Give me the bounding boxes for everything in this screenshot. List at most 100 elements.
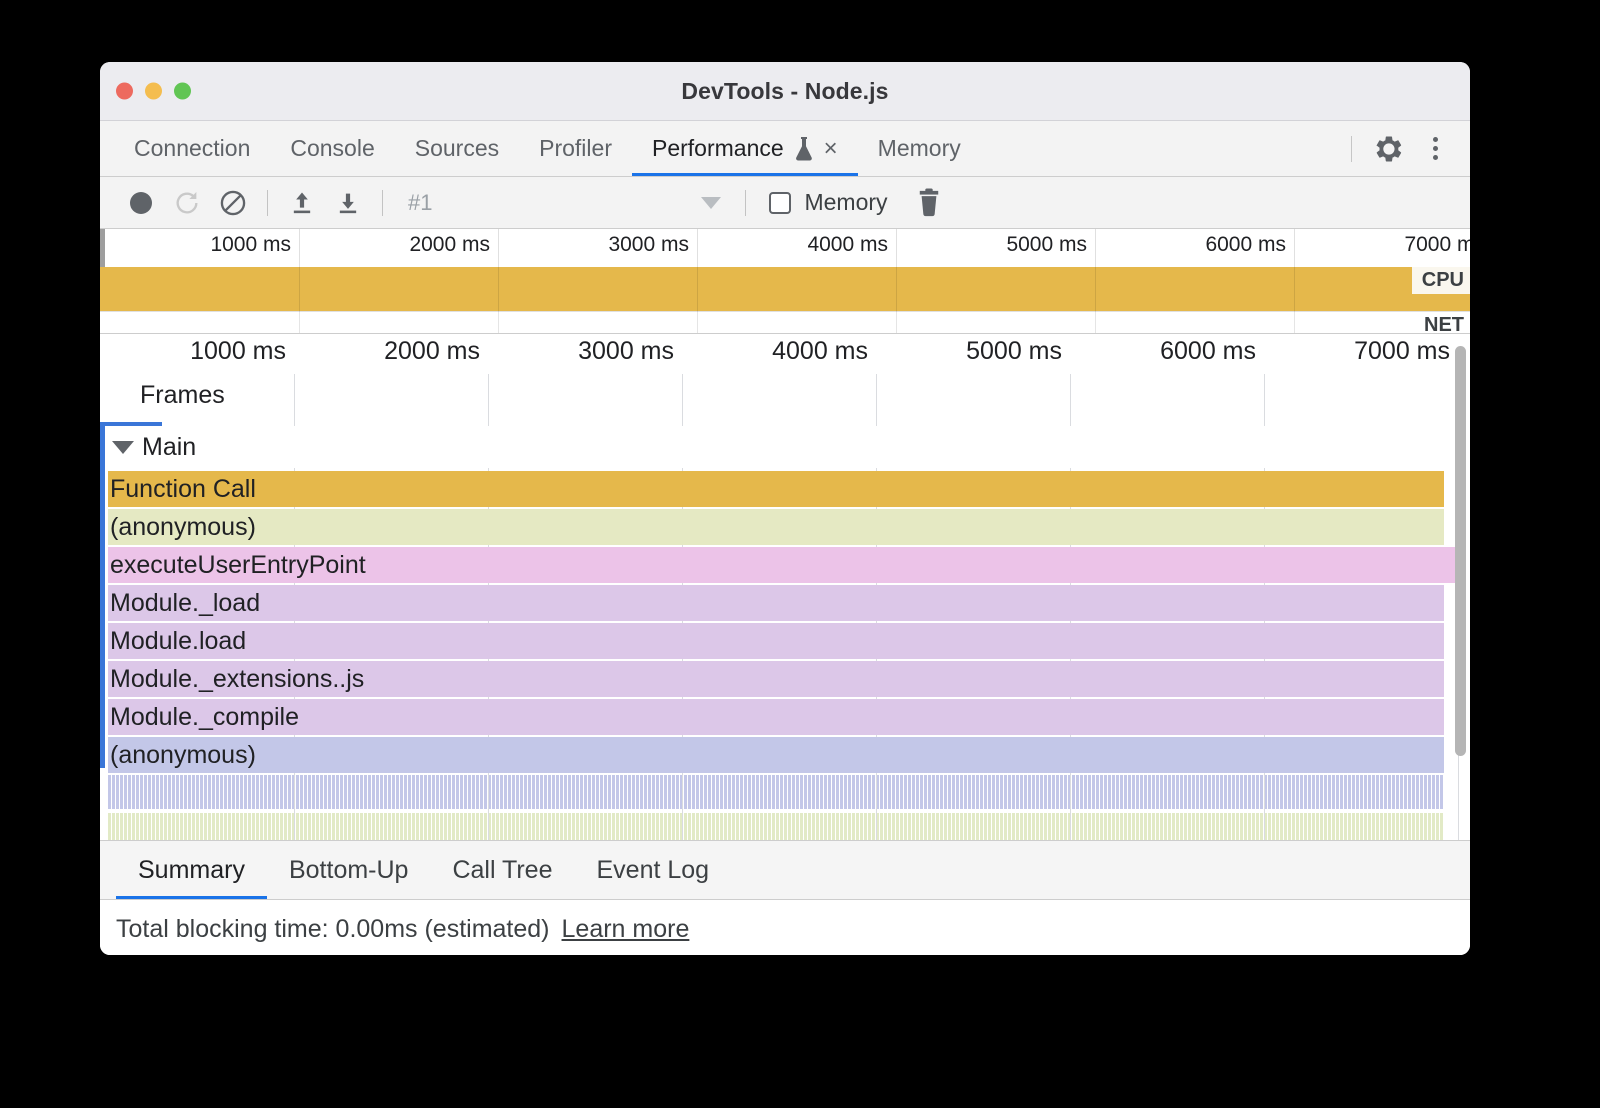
recordings-dropdown[interactable]	[688, 180, 734, 226]
flame-bar-label: (anonymous)	[100, 741, 256, 770]
tab-console[interactable]: Console	[270, 121, 394, 176]
tab-label: Sources	[415, 135, 499, 162]
vertical-scrollbar[interactable]	[1455, 346, 1466, 756]
flame-bar-label: Function Call	[100, 475, 256, 504]
divider	[267, 190, 268, 216]
ruler-tick-label: 6000 ms	[1095, 233, 1294, 257]
flame-row[interactable]: (anonymous)	[100, 509, 1470, 545]
details-tabbar: Summary Bottom-Up Call Tree Event Log	[100, 840, 1470, 900]
ruler-tick-label: 3000 ms	[488, 337, 682, 366]
flame-row[interactable]: executeUserEntryPoint	[100, 547, 1470, 583]
learn-more-link[interactable]: Learn more	[562, 915, 690, 944]
memory-checkbox[interactable]: Memory	[757, 189, 887, 216]
gear-icon[interactable]	[1368, 128, 1410, 170]
flame-chart[interactable]: 1000 ms 2000 ms 3000 ms 4000 ms 5000 ms …	[100, 334, 1470, 840]
clear-button[interactable]	[210, 180, 256, 226]
tab-event-log[interactable]: Event Log	[575, 841, 732, 899]
devtools-window: DevTools - Node.js Connection Console So…	[100, 62, 1470, 955]
minimize-window-button[interactable]	[145, 83, 162, 100]
ruler-tick-label: 2000 ms	[294, 337, 488, 366]
recording-name-label: #1	[408, 190, 432, 216]
tab-profiler[interactable]: Profiler	[519, 121, 632, 176]
tab-sources[interactable]: Sources	[395, 121, 519, 176]
tab-label: Call Tree	[452, 856, 552, 885]
window-titlebar: DevTools - Node.js	[100, 62, 1470, 121]
ruler-tick-label: 6000 ms	[1070, 337, 1264, 366]
performance-toolbar: #1 Memory	[100, 177, 1470, 229]
flame-row[interactable]: Module._extensions..js	[100, 661, 1470, 697]
track-main-group[interactable]: Main	[100, 426, 1470, 468]
ruler-tick-label: 7000 ms	[1294, 233, 1470, 257]
flame-row[interactable]: Module.load	[100, 623, 1470, 659]
flame-bar-label: executeUserEntryPoint	[100, 551, 366, 580]
flame-bar[interactable]	[108, 471, 1444, 507]
tab-connection[interactable]: Connection	[114, 121, 270, 176]
flame-bar-label: (anonymous)	[100, 513, 256, 542]
traffic-lights	[116, 83, 191, 100]
ruler-tick-label: 4000 ms	[682, 337, 876, 366]
flame-row[interactable]: (anonymous)	[100, 737, 1470, 773]
divider	[382, 190, 383, 216]
flame-bar[interactable]	[108, 623, 1444, 659]
net-track-label: NET	[1414, 312, 1470, 334]
flame-chart-ruler: 1000 ms 2000 ms 3000 ms 4000 ms 5000 ms …	[100, 334, 1470, 374]
ruler-tick-label: 1000 ms	[100, 233, 299, 257]
ruler-tick-label: 3000 ms	[498, 233, 697, 257]
flame-bar[interactable]	[108, 699, 1444, 735]
tabbar-actions	[1339, 121, 1470, 176]
net-track: NET	[100, 311, 1470, 334]
timeline-overview[interactable]: 1000 ms 2000 ms 3000 ms 4000 ms 5000 ms …	[100, 229, 1470, 334]
group-label: Main	[138, 433, 196, 462]
close-icon[interactable]: ×	[824, 137, 838, 161]
flame-bar[interactable]	[108, 585, 1444, 621]
main-group-accent-top	[100, 422, 162, 426]
tab-bottom-up[interactable]: Bottom-Up	[267, 841, 430, 899]
reload-and-record-button[interactable]	[164, 180, 210, 226]
tab-label: Event Log	[597, 856, 710, 885]
flame-row[interactable]: Function Call	[100, 471, 1470, 507]
flame-bar-label: Module._extensions..js	[100, 665, 364, 694]
save-profile-button[interactable]	[325, 180, 371, 226]
close-window-button[interactable]	[116, 83, 133, 100]
overview-gridline	[697, 267, 698, 333]
tab-summary[interactable]: Summary	[116, 841, 267, 899]
ruler-tick-label: 1000 ms	[100, 337, 294, 366]
ruler-tick-label: 5000 ms	[876, 337, 1070, 366]
flame-bar[interactable]	[108, 509, 1444, 545]
record-button[interactable]	[118, 180, 164, 226]
summary-statusbar: Total blocking time: 0.00ms (estimated) …	[100, 900, 1470, 955]
flame-row-dense[interactable]	[108, 813, 1444, 840]
ruler-tick-label: 5000 ms	[896, 233, 1095, 257]
ruler-tick-label: 4000 ms	[697, 233, 896, 257]
track-frames[interactable]: Frames	[100, 374, 1470, 416]
panel-tabbar: Connection Console Sources Profiler Perf…	[100, 121, 1470, 177]
tab-performance[interactable]: Performance ×	[632, 121, 858, 176]
flame-row[interactable]: Module._load	[100, 585, 1470, 621]
kebab-menu-icon[interactable]	[1414, 128, 1456, 170]
chevron-down-icon[interactable]	[112, 441, 134, 454]
flame-row[interactable]: Module._compile	[100, 699, 1470, 735]
screenshot-root: DevTools - Node.js Connection Console So…	[0, 0, 1600, 1108]
main-group-accent	[100, 422, 105, 768]
tab-label: Summary	[138, 856, 245, 885]
experiment-flask-icon	[794, 136, 814, 162]
overview-gridline	[1294, 267, 1295, 333]
flame-row-dense[interactable]	[108, 775, 1444, 809]
cpu-track-label: CPU	[1412, 267, 1470, 294]
flame-bar[interactable]	[108, 737, 1444, 773]
tab-label: Profiler	[539, 135, 612, 162]
load-profile-button[interactable]	[279, 180, 325, 226]
memory-label: Memory	[804, 189, 887, 216]
tab-label: Bottom-Up	[289, 856, 408, 885]
overview-gridline	[896, 267, 897, 333]
flame-bar-label: Module._compile	[100, 703, 299, 732]
tab-call-tree[interactable]: Call Tree	[430, 841, 574, 899]
delete-recording-button[interactable]	[906, 180, 952, 226]
tab-memory[interactable]: Memory	[858, 121, 981, 176]
window-title: DevTools - Node.js	[100, 78, 1470, 105]
ruler-tick-label: 2000 ms	[299, 233, 498, 257]
track-label: Frames	[100, 381, 225, 410]
overview-window-handle[interactable]	[100, 229, 105, 267]
maximize-window-button[interactable]	[174, 83, 191, 100]
checkbox-box	[769, 192, 791, 214]
